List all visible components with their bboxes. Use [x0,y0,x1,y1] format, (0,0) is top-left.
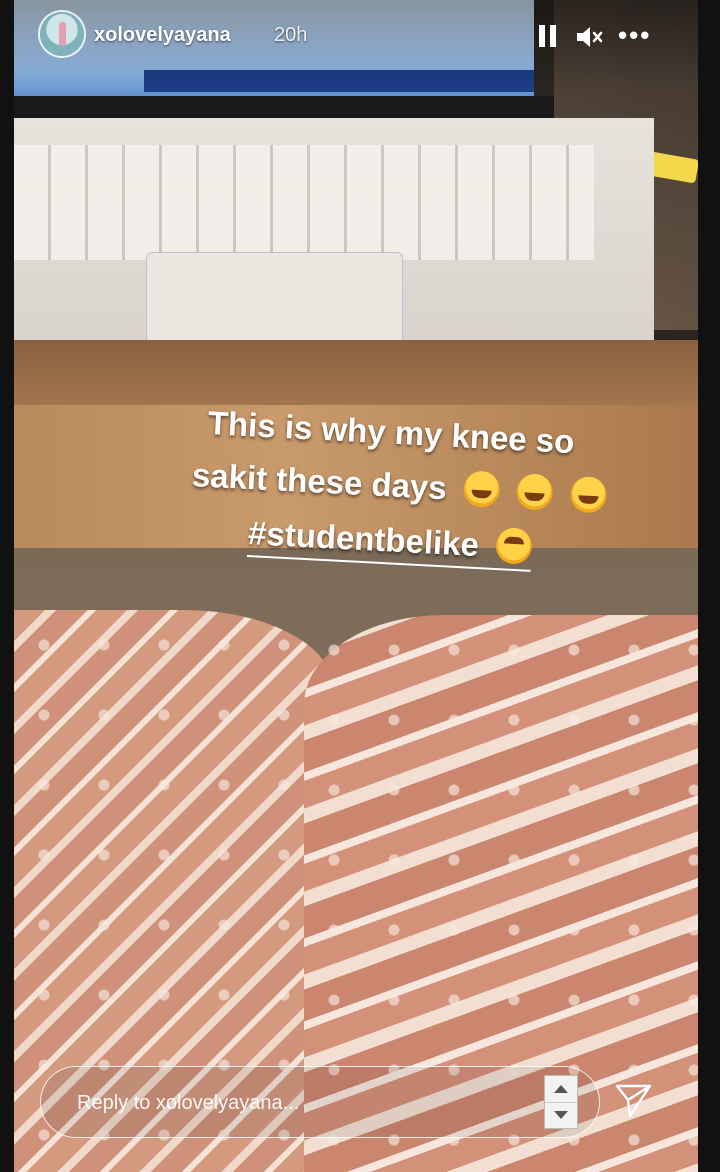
laughing-crying-emoji-icon [462,470,501,509]
upside-down-face-emoji-icon [495,527,533,566]
laughing-crying-emoji-icon [516,473,554,512]
story-viewer-frame: xolovelyayana 20h ••• This is why my kne… [0,0,720,1172]
story-header: xolovelyayana 20h ••• [28,12,692,60]
avatar[interactable] [40,12,84,56]
username[interactable]: xolovelyayana [94,24,231,47]
spinner-down-icon[interactable] [545,1102,577,1128]
pause-icon[interactable] [536,22,566,52]
reply-input[interactable] [75,1085,499,1121]
speaker-muted-icon[interactable] [574,22,604,52]
story-media[interactable] [14,0,698,1172]
laptop-bezel [14,96,554,120]
laptop-keyboard [14,145,594,260]
laughing-crying-emoji-icon [569,476,607,514]
spinner-up-icon[interactable] [545,1076,577,1103]
send-icon[interactable] [612,1078,656,1122]
reply-bar [40,1066,600,1138]
time-ago: 20h [274,24,308,46]
desk-edge [14,340,698,410]
more-horizontal-icon[interactable]: ••• [618,22,649,52]
scroll-spinner[interactable] [544,1075,578,1129]
laptop-trackpad [146,252,403,344]
